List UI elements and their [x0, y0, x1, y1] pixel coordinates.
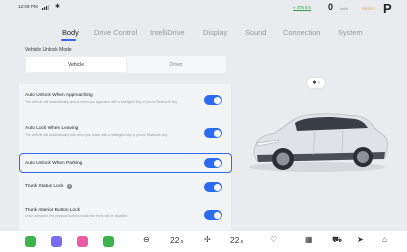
apps-grid-icon[interactable]: ▦	[305, 235, 313, 244]
tab-connection[interactable]: Connection	[283, 28, 320, 37]
unlock-mode-title: Vehicle Unlock Mode	[25, 47, 72, 53]
tab-body[interactable]: Body	[62, 28, 79, 37]
app-purple-icon[interactable]	[51, 236, 62, 247]
tab-active-indicator	[61, 39, 76, 41]
car-image	[249, 113, 388, 172]
car-icon[interactable]: ⛟	[332, 235, 342, 245]
toggle-trunk-status-lock[interactable]	[204, 182, 222, 192]
car-light-toggle[interactable]: ✱ ›	[307, 78, 325, 88]
setting-desc-trunk-interior-button-lock: Once activated, the physical buttons ins…	[25, 214, 128, 218]
home-icon[interactable]: ⌂	[382, 235, 387, 244]
tab-sound[interactable]: Sound	[245, 28, 266, 37]
right-temperature[interactable]: 22.5	[230, 235, 243, 245]
tab-intellidrive[interactable]: IntelliDrive	[150, 28, 185, 37]
steering-wheel-heat-icon[interactable]: ♡	[270, 235, 277, 244]
setting-title-trunk-status-lock: Trunk Status Lock	[25, 184, 64, 189]
left-temp-unit: .5	[179, 239, 184, 244]
tab-display[interactable]: Display	[203, 28, 227, 37]
unlock-mode-driver[interactable]: Driver	[126, 62, 226, 68]
right-temp-unit: .5	[239, 239, 244, 244]
gear-indicator: P	[383, 1, 392, 16]
info-icon[interactable]: i	[67, 184, 72, 189]
setting-title-trunk-interior-button-lock: Trunk Interior Button Lock	[25, 208, 81, 213]
fan-icon[interactable]: ✢	[204, 235, 211, 244]
toggle-auto-lock-leaving[interactable]	[204, 128, 222, 138]
toggle-trunk-interior-button-lock[interactable]	[204, 210, 222, 220]
navigation-icon[interactable]: ➤	[357, 235, 364, 244]
setting-desc-auto-lock-leaving: The vehicle will automatically lock when…	[25, 133, 168, 137]
speed-unit: km/h	[340, 7, 348, 11]
setting-title-auto-lock-leaving: Auto Lock When Leaving	[25, 126, 79, 131]
tab-drive-control[interactable]: Drive Control	[94, 28, 137, 37]
app-pink-icon[interactable]	[77, 236, 88, 247]
ready-indicator: READY	[362, 7, 376, 11]
signal-icon	[42, 5, 49, 10]
phone-app-icon[interactable]	[103, 236, 114, 247]
app-green-icon[interactable]	[25, 236, 36, 247]
range-indicator: ≈ 376 km	[293, 5, 312, 11]
left-temperature[interactable]: 22.5	[170, 235, 183, 245]
unlock-mode-vehicle[interactable]: Vehicle	[26, 62, 126, 68]
speed-value: 0	[328, 2, 334, 12]
setting-desc-auto-unlock-approaching: The vehicle will automatically unlock wh…	[25, 100, 178, 104]
bluetooth-icon: ✱	[55, 4, 61, 10]
seat-heating-icon[interactable]: ⊖	[143, 235, 150, 244]
toggle-auto-unlock-approaching[interactable]	[204, 95, 222, 105]
toggle-auto-unlock-parking[interactable]	[204, 158, 222, 168]
setting-title-auto-unlock-approaching: Auto Unlock When Approaching	[25, 93, 93, 98]
status-time: 12:09 PM	[18, 4, 38, 9]
setting-title-auto-unlock-parking: Auto Unlock When Parking	[25, 161, 83, 166]
tab-system[interactable]: System	[338, 28, 363, 37]
